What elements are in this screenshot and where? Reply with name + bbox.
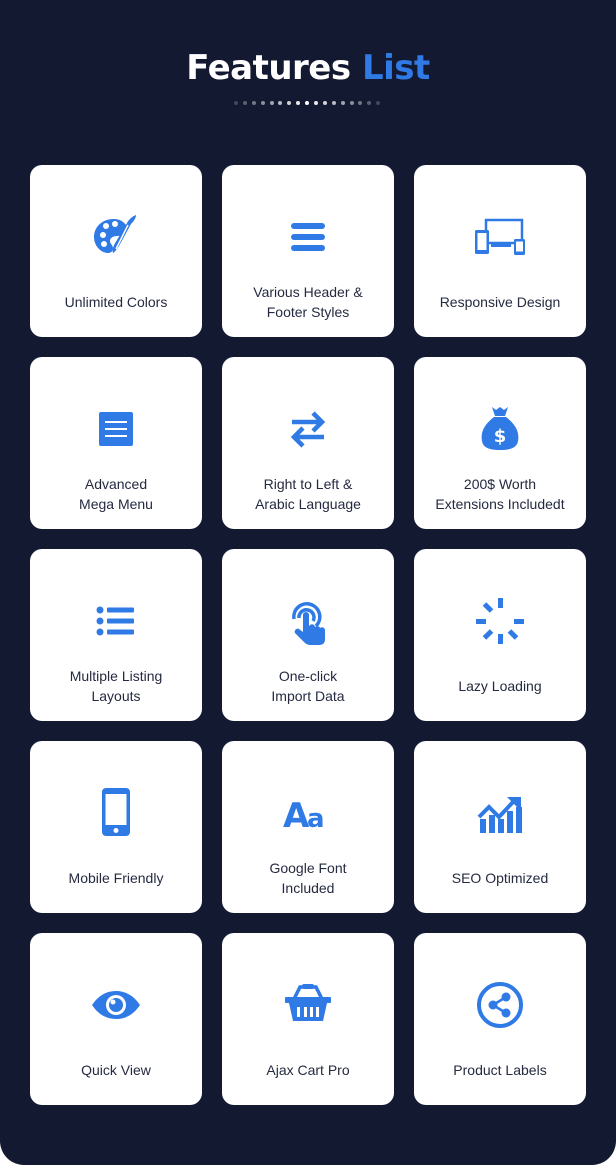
feature-card: One-click Import Data bbox=[222, 549, 394, 721]
growth-chart-icon bbox=[472, 785, 528, 841]
feature-card: Aa Google Font Included bbox=[222, 741, 394, 913]
feature-label: 200$ Worth Extensions Includedt bbox=[435, 476, 565, 512]
feature-card: Mobile Friendly bbox=[30, 741, 202, 913]
svg-text:a: a bbox=[307, 804, 325, 834]
spinner-icon bbox=[472, 593, 528, 649]
feature-label: Lazy Loading bbox=[458, 678, 542, 694]
features-grid: Unlimited Colors Various Header & Footer… bbox=[30, 165, 586, 1105]
feature-card: Quick View bbox=[30, 933, 202, 1105]
share-icon bbox=[472, 977, 528, 1033]
swap-arrows-icon bbox=[280, 401, 336, 457]
feature-card: Right to Left & Arabic Language bbox=[222, 357, 394, 529]
feature-card: Various Header & Footer Styles bbox=[222, 165, 394, 337]
feature-label: Advanced Mega Menu bbox=[79, 476, 153, 512]
title-accent: List bbox=[361, 48, 430, 88]
divider-dot bbox=[376, 101, 381, 105]
divider-dot bbox=[260, 101, 265, 105]
feature-card: Ajax Cart Pro bbox=[222, 933, 394, 1105]
feature-card: Advanced Mega Menu bbox=[30, 357, 202, 529]
divider-dot bbox=[305, 101, 310, 105]
divider-dot bbox=[269, 101, 274, 105]
feature-card: Responsive Design bbox=[414, 165, 586, 337]
feature-label: Quick View bbox=[81, 1062, 151, 1078]
divider-dot bbox=[358, 101, 363, 105]
divider-dot bbox=[314, 101, 319, 105]
feature-card: Product Labels bbox=[414, 933, 586, 1105]
feature-label: Ajax Cart Pro bbox=[266, 1062, 350, 1078]
feature-label: Unlimited Colors bbox=[64, 294, 168, 310]
feature-label: Google Font Included bbox=[269, 860, 347, 896]
feature-label: Mobile Friendly bbox=[68, 870, 164, 886]
devices-icon bbox=[472, 209, 528, 265]
font-icon: Aa bbox=[280, 785, 336, 841]
palette-icon bbox=[88, 209, 144, 265]
divider-dot bbox=[340, 101, 345, 105]
divider-dot bbox=[331, 101, 336, 105]
svg-text:$: $ bbox=[494, 426, 507, 447]
feature-card: Lazy Loading bbox=[414, 549, 586, 721]
divider-dot bbox=[287, 101, 292, 105]
divider-dot bbox=[251, 101, 256, 105]
page-title: Features List bbox=[0, 48, 616, 88]
divider-dot bbox=[278, 101, 283, 105]
money-bag-icon: $ bbox=[472, 401, 528, 457]
tap-hand-icon bbox=[280, 593, 336, 649]
feature-card: Multiple Listing Layouts bbox=[30, 549, 202, 721]
features-panel: Features List Unlimited Colors Various H… bbox=[0, 0, 616, 1165]
feature-label: Various Header & Footer Styles bbox=[253, 284, 363, 320]
feature-label: SEO Optimized bbox=[451, 870, 549, 886]
divider-dot bbox=[296, 101, 301, 105]
menu-bars-icon bbox=[280, 209, 336, 265]
document-list-icon bbox=[88, 401, 144, 457]
svg-text:A: A bbox=[283, 796, 310, 836]
feature-label: Multiple Listing Layouts bbox=[69, 668, 163, 704]
list-icon bbox=[88, 593, 144, 649]
feature-label: One-click Import Data bbox=[271, 668, 345, 704]
basket-icon bbox=[280, 977, 336, 1033]
divider-dot bbox=[367, 101, 372, 105]
divider-dot bbox=[322, 101, 327, 105]
feature-card: $ 200$ Worth Extensions Includedt bbox=[414, 357, 586, 529]
feature-label: Product Labels bbox=[453, 1062, 547, 1078]
feature-card: Unlimited Colors bbox=[30, 165, 202, 337]
feature-card: SEO Optimized bbox=[414, 741, 586, 913]
feature-label: Responsive Design bbox=[439, 294, 561, 310]
title-divider-dots bbox=[234, 101, 381, 105]
smartphone-icon bbox=[88, 785, 144, 841]
feature-label: Right to Left & Arabic Language bbox=[255, 476, 361, 512]
divider-dot bbox=[242, 101, 247, 105]
eye-icon bbox=[88, 977, 144, 1033]
divider-dot bbox=[349, 101, 354, 105]
divider-dot bbox=[234, 101, 238, 105]
title-main: Features bbox=[186, 48, 351, 88]
